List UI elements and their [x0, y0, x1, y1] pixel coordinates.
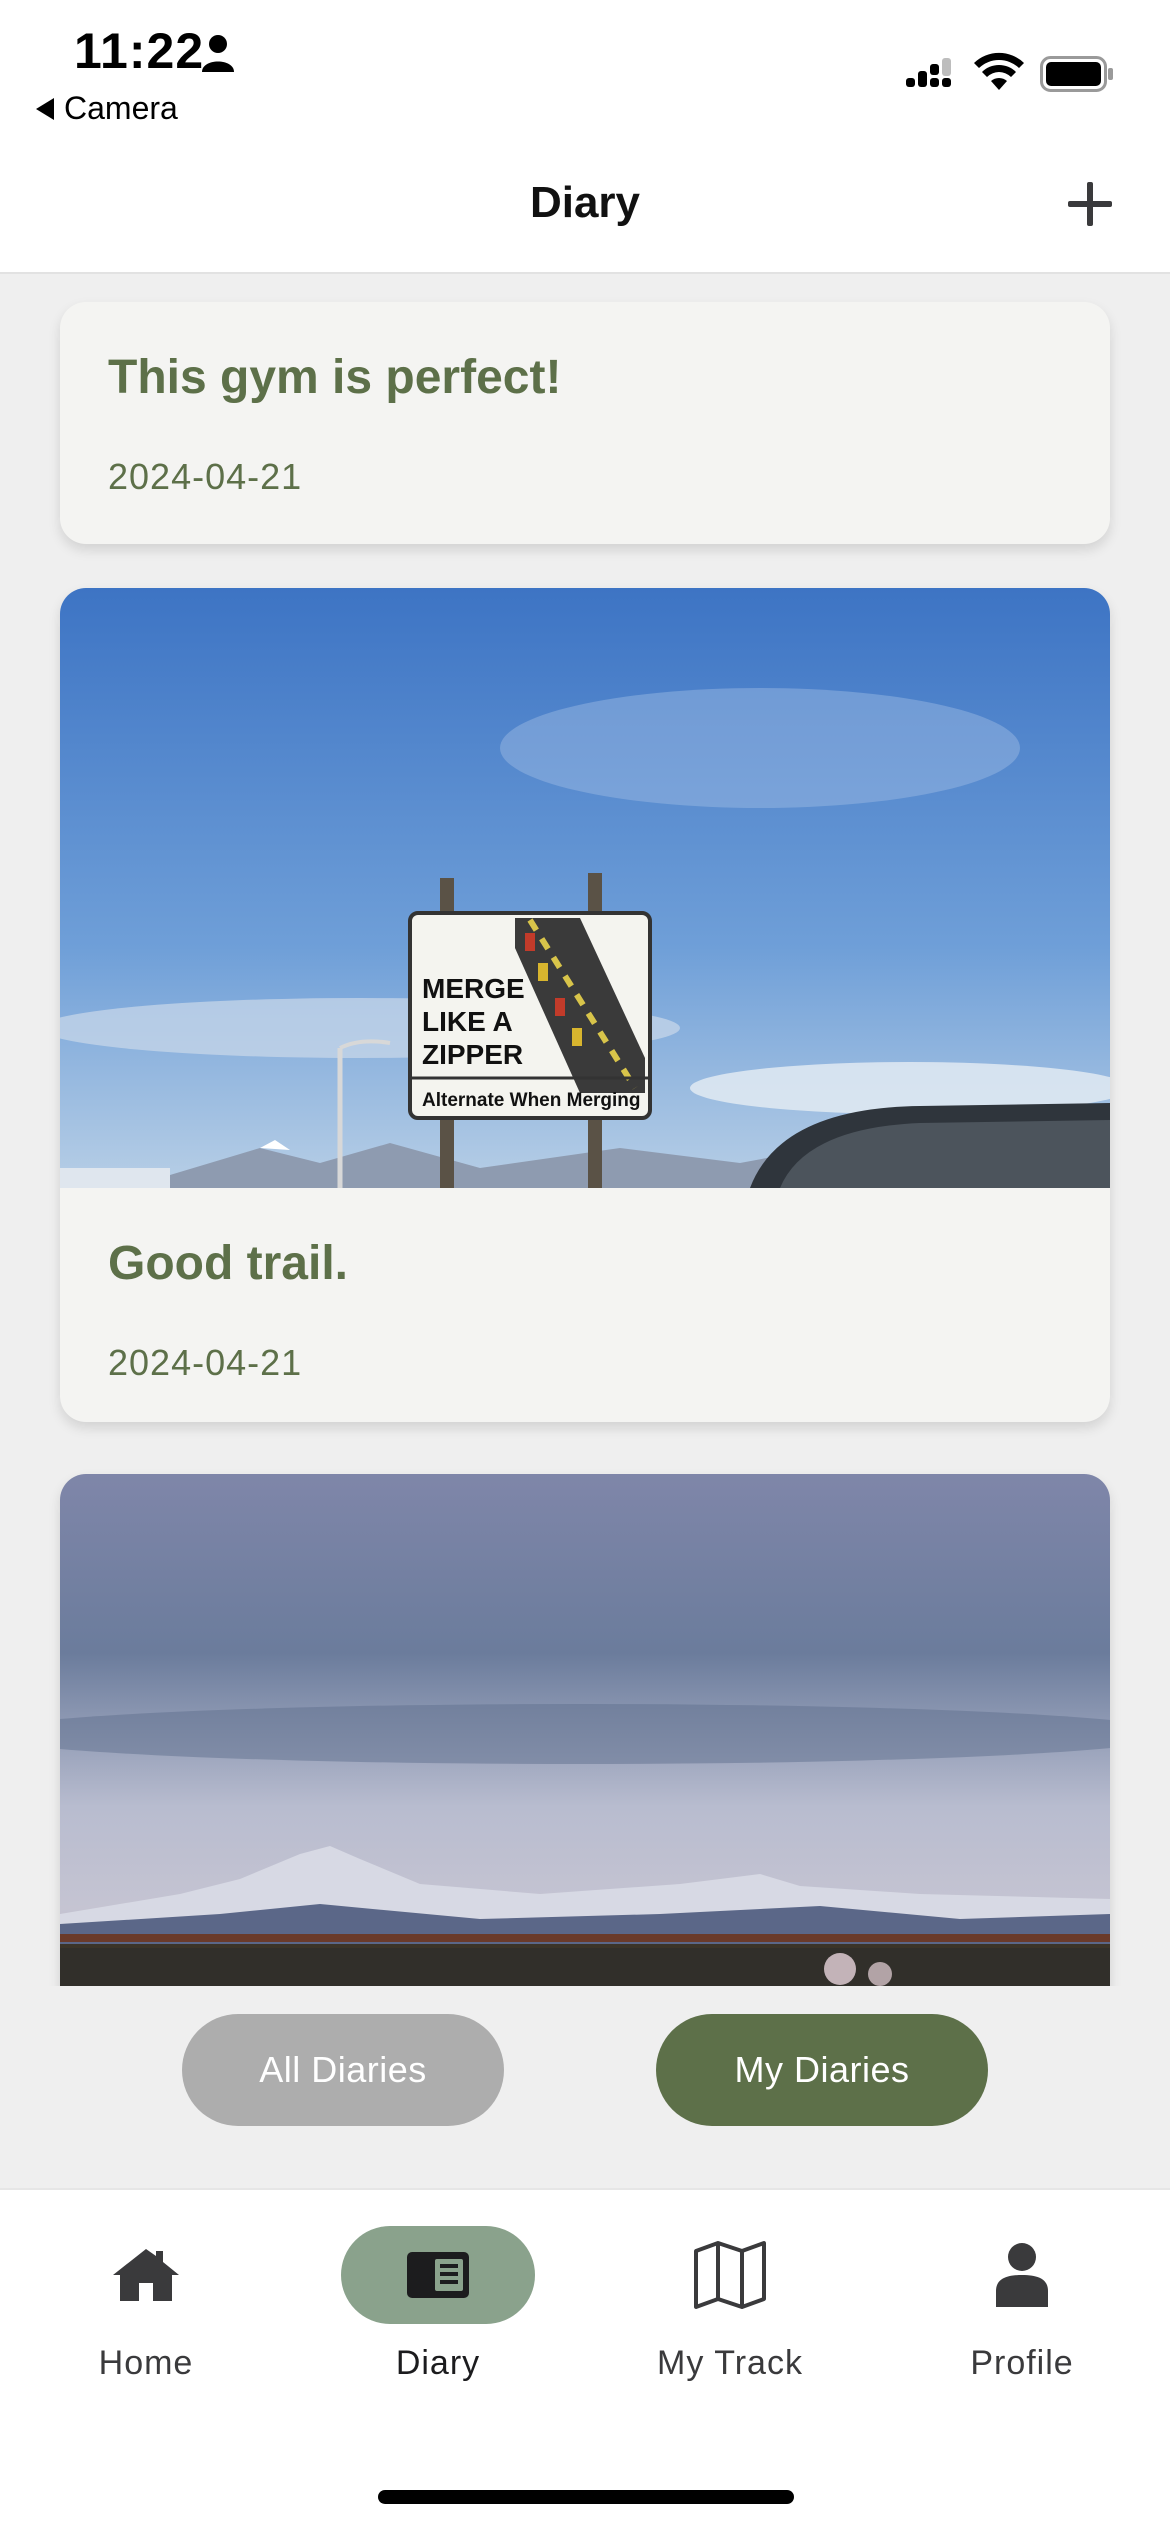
page-title: Diary: [529, 178, 641, 227]
sign-line-4: Alternate When Merging: [422, 1090, 641, 1111]
diary-card[interactable]: MERGE LIKE A ZIPPER Alternate When Mergi…: [60, 588, 1110, 1422]
diary-filter-toggle: All Diaries My Diaries: [0, 2014, 1170, 2126]
person-status-icon: [202, 35, 234, 72]
sign-line-2: LIKE A: [422, 1006, 513, 1037]
tab-diary[interactable]: Diary: [328, 2226, 548, 2396]
status-bar: 11:22 Camera: [0, 0, 1170, 150]
tab-profile-icon-wrap: [925, 2226, 1119, 2324]
back-arrow-icon: [36, 97, 54, 120]
tab-track-icon-wrap: [633, 2226, 827, 2324]
diary-date: 2024-04-21: [108, 1342, 303, 1383]
diary-title: This gym is perfect!: [108, 351, 562, 404]
top-bar: 11:22 Camera Diary: [0, 0, 1170, 274]
tab-label: Home: [98, 2344, 194, 2382]
wifi-icon: [974, 52, 1024, 90]
diary-date: 2024-04-21: [108, 456, 303, 497]
add-diary-button[interactable]: [1062, 176, 1118, 232]
bottom-tab-bar: Home Diary My Track Profile: [0, 2188, 1170, 2532]
map-icon: [694, 2241, 766, 2309]
diary-card[interactable]: This gym is perfect! 2024-04-21: [60, 302, 1110, 544]
sign-line-3: ZIPPER: [422, 1039, 523, 1070]
tab-label: Diary: [395, 2344, 481, 2382]
back-label: Camera: [64, 90, 178, 126]
sign-line-1: MERGE: [422, 973, 525, 1004]
my-diaries-button[interactable]: My Diaries: [656, 2014, 988, 2126]
battery-icon: [1040, 56, 1113, 92]
back-to-camera-link[interactable]: Camera: [36, 90, 178, 127]
diary-icon: [407, 2252, 469, 2298]
status-time: 11:22: [74, 23, 205, 79]
tab-diary-icon-wrap: [341, 2226, 535, 2324]
home-indicator[interactable]: [378, 2490, 794, 2504]
cellular-signal-icon: [906, 58, 951, 87]
person-icon: [996, 2243, 1048, 2307]
tab-label: Profile: [970, 2344, 1074, 2382]
tab-profile[interactable]: Profile: [912, 2226, 1132, 2396]
all-diaries-button[interactable]: All Diaries: [182, 2014, 504, 2126]
home-icon: [113, 2249, 179, 2301]
tab-my-track[interactable]: My Track: [620, 2226, 840, 2396]
diary-title: Good trail.: [108, 1237, 348, 1290]
diary-photo: [60, 1474, 1110, 1986]
tab-label: My Track: [657, 2344, 803, 2382]
diary-photo: MERGE LIKE A ZIPPER Alternate When Mergi…: [60, 588, 1110, 1188]
tab-home-icon-wrap: [49, 2226, 243, 2324]
tab-home[interactable]: Home: [36, 2226, 256, 2396]
diary-card[interactable]: [60, 1474, 1110, 1986]
diary-feed[interactable]: This gym is perfect! 2024-04-21 MERGE LI…: [0, 276, 1170, 1986]
